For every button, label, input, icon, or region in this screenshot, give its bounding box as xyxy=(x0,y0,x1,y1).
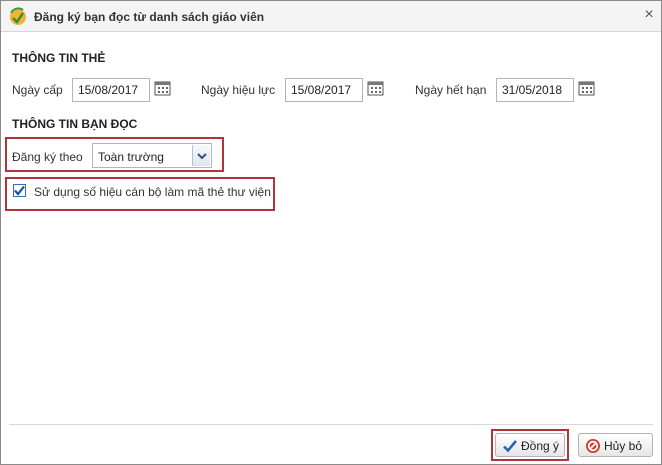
effective-date-field[interactable] xyxy=(285,78,363,102)
use-staff-id-checkbox[interactable] xyxy=(13,184,26,197)
cancel-button-label: Hủy bỏ xyxy=(604,439,643,453)
expiry-date-label: Ngày hết hạn xyxy=(415,83,487,97)
chevron-down-icon[interactable] xyxy=(192,145,210,166)
cancel-button[interactable]: Hủy bỏ xyxy=(578,433,653,457)
close-icon[interactable]: × xyxy=(642,7,656,23)
dialog: Đăng ký bạn đọc từ danh sách giáo viên ×… xyxy=(0,0,662,465)
calendar-icon[interactable] xyxy=(367,81,385,97)
effective-date-label: Ngày hiệu lực xyxy=(201,83,276,97)
issue-date-label: Ngày cấp xyxy=(12,83,63,97)
use-staff-id-label: Sử dụng số hiệu cán bộ làm mã thẻ thư vi… xyxy=(34,185,271,199)
app-icon xyxy=(8,7,28,27)
ok-button-label: Đồng ý xyxy=(521,439,560,453)
issue-date-field[interactable] xyxy=(72,78,150,102)
expiry-date-field[interactable] xyxy=(496,78,574,102)
card-info-title: THÔNG TIN THẺ xyxy=(12,51,106,65)
dialog-titlebar: Đăng ký bạn đọc từ danh sách giáo viên × xyxy=(1,1,661,32)
reader-info-title: THÔNG TIN BẠN ĐỌC xyxy=(12,117,138,131)
register-by-select[interactable]: Toàn trường xyxy=(92,143,212,168)
cancel-icon xyxy=(585,438,601,454)
calendar-icon[interactable] xyxy=(154,81,172,97)
footer-divider xyxy=(9,424,653,425)
register-by-value: Toàn trường xyxy=(98,150,164,164)
dialog-title: Đăng ký bạn đọc từ danh sách giáo viên xyxy=(34,10,265,24)
calendar-icon[interactable] xyxy=(578,81,596,97)
register-by-label: Đăng ký theo xyxy=(12,150,83,164)
ok-button[interactable]: Đồng ý xyxy=(495,433,565,457)
checkmark-icon xyxy=(502,438,518,454)
